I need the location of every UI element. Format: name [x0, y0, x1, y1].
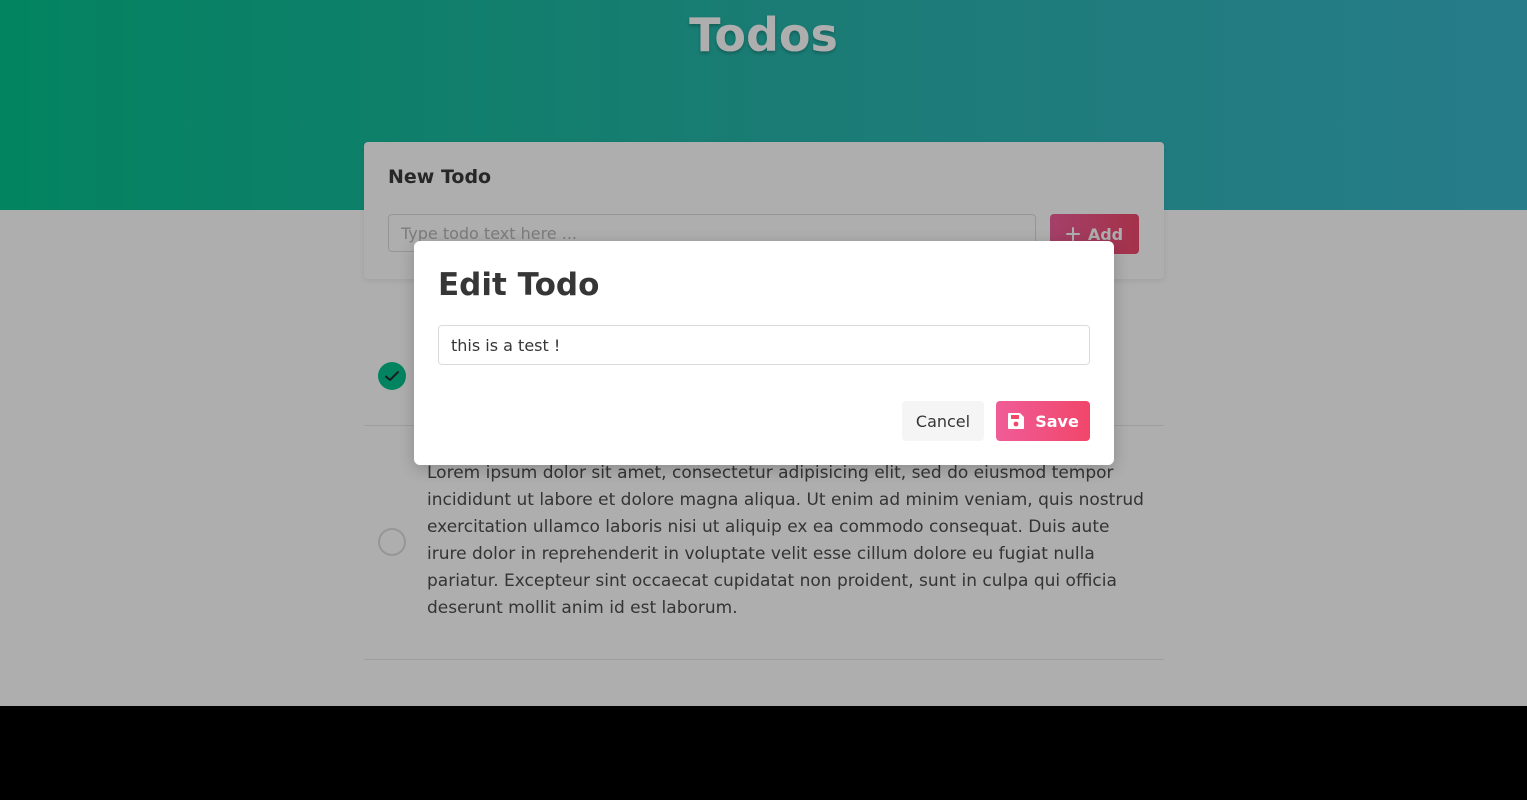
save-button[interactable]: Save — [996, 401, 1090, 441]
edit-todo-input[interactable] — [438, 325, 1090, 365]
cancel-button[interactable]: Cancel — [902, 401, 984, 441]
app-viewport: Todos New Todo Add Lorem ipsum dolor sit… — [0, 0, 1527, 706]
modal-title: Edit Todo — [438, 267, 600, 303]
save-button-label: Save — [1035, 411, 1079, 431]
floppy-disk-icon — [1008, 413, 1025, 429]
edit-todo-modal: Edit Todo Cancel Save — [414, 241, 1114, 465]
